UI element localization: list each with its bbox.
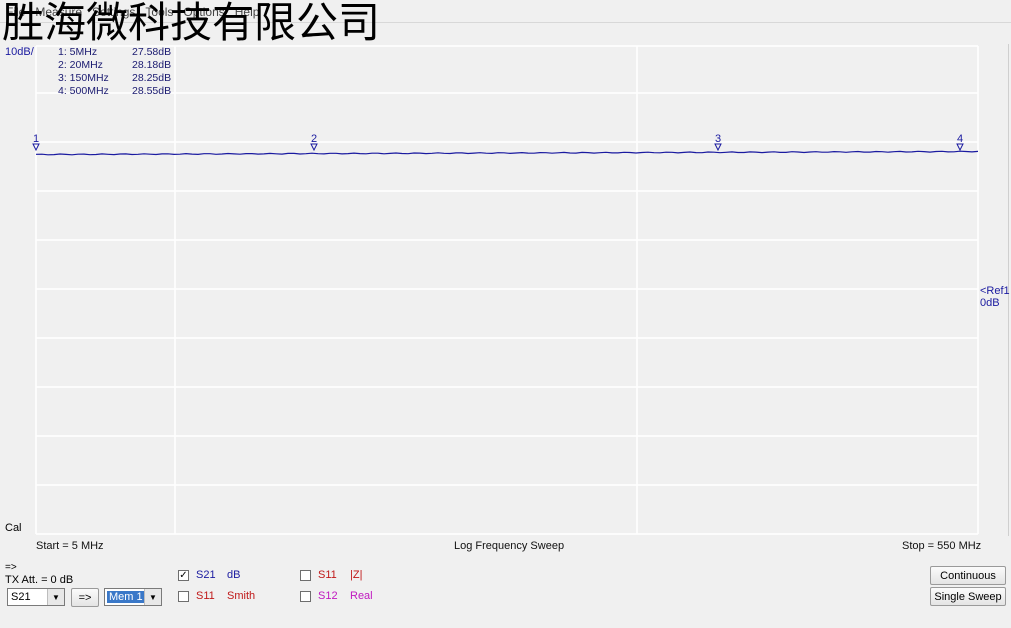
- menu-tools[interactable]: Tools: [145, 5, 173, 19]
- marker-freq: 2: 20MHz: [58, 59, 103, 71]
- cal-indicator: Cal: [5, 522, 22, 534]
- marker-readout: 1: 5MHz 27.58dB 2: 20MHz 28.18dB 3: 150M…: [58, 46, 182, 98]
- marker-row: 1: 5MHz 27.58dB: [58, 46, 182, 59]
- menu-options[interactable]: Options: [183, 5, 224, 19]
- s21-db-checkbox[interactable]: ✓: [178, 570, 189, 581]
- marker-number: 2: [311, 133, 317, 145]
- transfer-button[interactable]: =>: [71, 588, 99, 607]
- marker-row: 4: 500MHz 28.55dB: [58, 85, 182, 98]
- marker-value: 28.18dB: [132, 59, 172, 71]
- s12-real-checkbox[interactable]: [300, 591, 311, 602]
- menu-settings[interactable]: Settings: [92, 5, 135, 19]
- marker-number: 1: [33, 133, 39, 145]
- menu-measure[interactable]: Measure: [35, 5, 82, 19]
- reference-level: 0dB: [980, 297, 1000, 309]
- memory-select[interactable]: Mem 1 ▼: [104, 588, 162, 606]
- menu-bar: File Measure Settings Tools Options Help: [0, 0, 1011, 23]
- reference-name: <Ref1: [980, 285, 1010, 297]
- continuous-button[interactable]: Continuous: [930, 566, 1006, 585]
- scale-label: 10dB/: [5, 46, 34, 58]
- trace-param-label: S12: [318, 590, 338, 602]
- trace-param-label: S11: [196, 590, 215, 602]
- marker-number: 4: [957, 133, 963, 145]
- trace-format-label: dB: [227, 569, 241, 581]
- sweep-plot: 1 2 3 4: [32, 45, 979, 535]
- menu-file[interactable]: File: [6, 5, 25, 19]
- trace-format-label: Smith: [227, 590, 256, 602]
- sweep-mode: Log Frequency Sweep: [454, 540, 565, 552]
- marker-freq: 1: 5MHz: [58, 46, 98, 58]
- parameter-select-value: S21: [11, 591, 31, 603]
- arrow-indicator: =>: [5, 562, 17, 573]
- marker-row: 2: 20MHz 28.18dB: [58, 59, 182, 72]
- marker-number: 3: [715, 133, 721, 145]
- start-frequency: Start = 5 MHz: [36, 540, 104, 552]
- marker-value: 28.55dB: [132, 85, 172, 97]
- trace-format-label: Real: [350, 590, 373, 602]
- plot-grid: [35, 45, 979, 535]
- plot-area[interactable]: 1 2 3 4: [3, 44, 1009, 536]
- chevron-down-icon[interactable]: ▼: [47, 589, 64, 605]
- tx-attenuation: TX Att. = 0 dB: [5, 574, 74, 586]
- memory-select-value: Mem 1: [107, 591, 145, 603]
- s11-z-checkbox[interactable]: [300, 570, 311, 581]
- marker-value: 27.58dB: [132, 46, 172, 58]
- chevron-down-icon[interactable]: ▼: [144, 589, 161, 605]
- parameter-select[interactable]: S21 ▼: [7, 588, 65, 606]
- single-sweep-button[interactable]: Single Sweep: [930, 587, 1006, 606]
- s21-trace: [35, 150, 979, 156]
- s11-smith-checkbox[interactable]: [178, 591, 189, 602]
- marker-value: 28.25dB: [132, 72, 172, 84]
- trace-param-label: S21: [196, 569, 216, 581]
- trace-param-label: S11: [318, 569, 337, 581]
- marker-row: 3: 150MHz 28.25dB: [58, 72, 182, 85]
- marker-freq: 4: 500MHz: [58, 85, 109, 97]
- stop-frequency: Stop = 550 MHz: [902, 540, 982, 552]
- marker-freq: 3: 150MHz: [58, 72, 109, 84]
- trace-format-label: |Z|: [350, 569, 363, 581]
- menu-help[interactable]: Help: [235, 5, 260, 19]
- reference-label: <Ref1 0dB: [980, 285, 1010, 309]
